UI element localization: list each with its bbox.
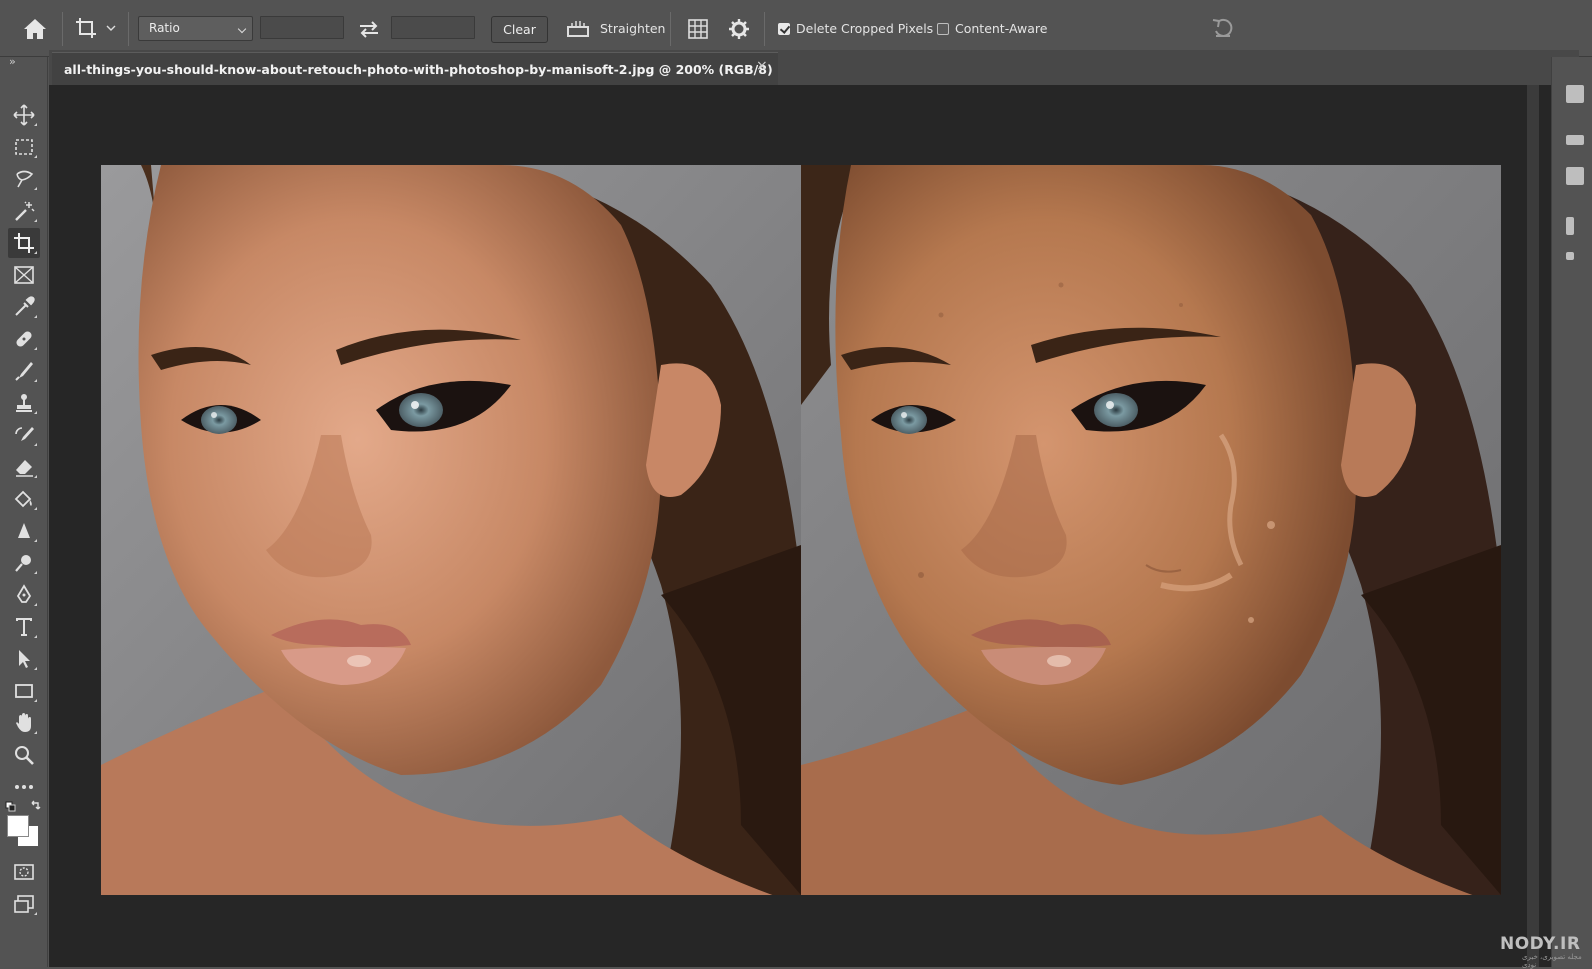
panel-icon[interactable]: [1566, 217, 1574, 235]
separator: [764, 12, 765, 46]
more-icon: [15, 785, 33, 789]
watermark-logo: NODY.IR: [1500, 934, 1581, 954]
swap-icon[interactable]: [356, 18, 382, 40]
ratio-dropdown[interactable]: Ratio: [138, 16, 253, 41]
crop-tool[interactable]: [8, 228, 40, 258]
quick-mask-button[interactable]: [8, 857, 40, 887]
lasso-tool[interactable]: [8, 164, 40, 194]
rect-marquee-icon: [15, 139, 33, 155]
document-canvas[interactable]: [49, 85, 1577, 967]
magic-wand-icon: [15, 201, 35, 221]
panel-icon[interactable]: [1566, 85, 1584, 103]
content-aware-checkbox[interactable]: [937, 23, 949, 35]
eyedropper-tool[interactable]: [8, 292, 40, 322]
brush-tool[interactable]: [8, 356, 40, 386]
paint-bucket-tool[interactable]: [8, 484, 40, 514]
dodge-icon: [15, 555, 31, 572]
separator: [128, 12, 129, 46]
screen-mode-button[interactable]: [8, 889, 40, 919]
separator: [670, 12, 671, 46]
original-portrait: [801, 165, 1501, 895]
zoom-icon: [15, 746, 34, 765]
rectangle-tool[interactable]: [8, 676, 40, 706]
panel-icon[interactable]: [1566, 167, 1584, 185]
delete-cropped-label[interactable]: Delete Cropped Pixels: [796, 21, 933, 36]
brush-icon: [15, 362, 33, 381]
quick-mask-icon: [14, 864, 34, 880]
collapse-toolbar-icon[interactable]: ››: [9, 55, 16, 68]
eyedropper-icon: [15, 296, 35, 316]
crop-icon: [14, 233, 34, 253]
rectangle-icon: [15, 684, 33, 698]
panel-icon[interactable]: [1566, 252, 1574, 260]
type-icon: [16, 618, 32, 636]
panel-icon[interactable]: [1566, 135, 1584, 145]
eraser-tool[interactable]: [8, 452, 40, 482]
eraser-icon: [16, 460, 33, 477]
straighten-label[interactable]: Straighten: [600, 21, 665, 36]
bandage-icon: [16, 331, 32, 347]
edit-toolbar[interactable]: [8, 772, 40, 802]
document-title: all-things-you-should-know-about-retouch…: [64, 62, 773, 77]
vertical-scrollbar[interactable]: [1527, 85, 1539, 967]
healing-brush-tool[interactable]: [8, 324, 40, 354]
ratio-value: Ratio: [149, 21, 180, 35]
content-aware-label[interactable]: Content-Aware: [955, 21, 1047, 36]
options-bar: Ratio Clear Straighten Delete Cropped Pi…: [0, 0, 1592, 57]
dodge-tool[interactable]: [8, 548, 40, 578]
chevron-down-icon: [237, 24, 247, 34]
crop-width-input[interactable]: [260, 16, 344, 39]
foreground-color-swatch[interactable]: [7, 815, 29, 837]
history-brush-icon: [15, 427, 34, 441]
crop-preset-button[interactable]: [72, 14, 122, 42]
marquee-tool[interactable]: [8, 132, 40, 162]
separator: [62, 12, 63, 46]
move-icon: [13, 104, 35, 126]
delete-cropped-checkbox[interactable]: [778, 23, 790, 35]
hand-icon: [16, 713, 31, 732]
stamp-icon: [16, 394, 32, 412]
frame-icon: [14, 266, 34, 284]
arrow-icon: [19, 650, 30, 668]
type-tool[interactable]: [8, 612, 40, 642]
sharpen-tool[interactable]: [8, 516, 40, 546]
clear-button[interactable]: Clear: [491, 16, 548, 43]
screen-mode-icon: [14, 895, 34, 913]
retouched-portrait: [101, 165, 801, 895]
lasso-icon: [16, 170, 34, 188]
move-tool[interactable]: [8, 100, 40, 130]
bucket-icon: [14, 490, 32, 508]
zoom-tool[interactable]: [8, 740, 40, 770]
tool-strip: ››: [0, 55, 48, 967]
magic-wand-tool[interactable]: [8, 196, 40, 226]
home-icon[interactable]: [20, 15, 50, 43]
sharpen-icon: [18, 523, 30, 538]
close-icon[interactable]: ×: [756, 58, 768, 74]
pen-tool[interactable]: [8, 580, 40, 610]
swap-colors-icon[interactable]: [4, 799, 44, 813]
undo-icon[interactable]: [1210, 16, 1236, 40]
collapsed-panel-dock: [1551, 57, 1592, 967]
path-selection-tool[interactable]: [8, 644, 40, 674]
frame-tool[interactable]: [8, 260, 40, 290]
grid-overlay-icon[interactable]: [686, 17, 710, 41]
document-tab-bar: all-things-you-should-know-about-retouch…: [49, 50, 1579, 85]
clone-stamp-tool[interactable]: [8, 388, 40, 418]
gear-icon[interactable]: [727, 17, 751, 41]
hand-tool[interactable]: [8, 708, 40, 738]
pen-icon: [16, 584, 32, 603]
document-tab[interactable]: all-things-you-should-know-about-retouch…: [52, 52, 778, 85]
history-brush-tool[interactable]: [8, 420, 40, 450]
crop-height-input[interactable]: [391, 16, 475, 39]
straighten-icon[interactable]: [565, 18, 591, 40]
